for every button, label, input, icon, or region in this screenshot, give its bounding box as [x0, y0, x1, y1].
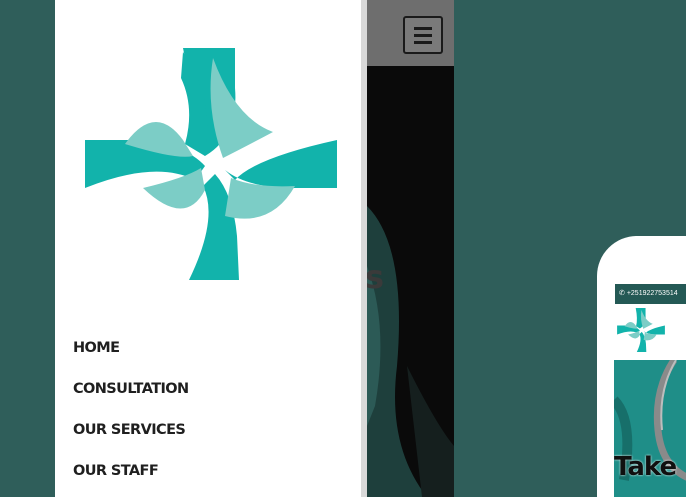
menu-item-our-services[interactable]: OUR SERVICES: [73, 418, 189, 459]
menu-item-consultation[interactable]: CONSULTATION: [73, 377, 189, 418]
hero-title: Take: [614, 452, 677, 482]
medical-cross-logo-icon: [85, 48, 337, 280]
main-menu: HOME CONSULTATION OUR SERVICES OUR STAFF: [73, 336, 189, 497]
menu-item-home[interactable]: HOME: [73, 336, 189, 377]
contact-bar: ✆ +251922753514: [615, 284, 686, 304]
phone-number[interactable]: +251922753514: [627, 290, 678, 297]
navigation-drawer: HOME CONSULTATION OUR SERVICES OUR STAFF: [55, 0, 361, 497]
phone-icon: ✆: [619, 290, 625, 297]
phone-preview: ✆ +251922753514 Take: [597, 236, 686, 497]
header-bar: [367, 0, 454, 66]
menu-item-our-staff[interactable]: OUR STAFF: [73, 459, 189, 497]
hamburger-icon[interactable]: [403, 16, 443, 54]
medical-cross-logo-icon[interactable]: [617, 308, 665, 352]
hero-banner: Take: [614, 360, 686, 497]
hero-title-fragment: s: [367, 258, 385, 296]
page-behind-overlay: s: [367, 0, 454, 497]
